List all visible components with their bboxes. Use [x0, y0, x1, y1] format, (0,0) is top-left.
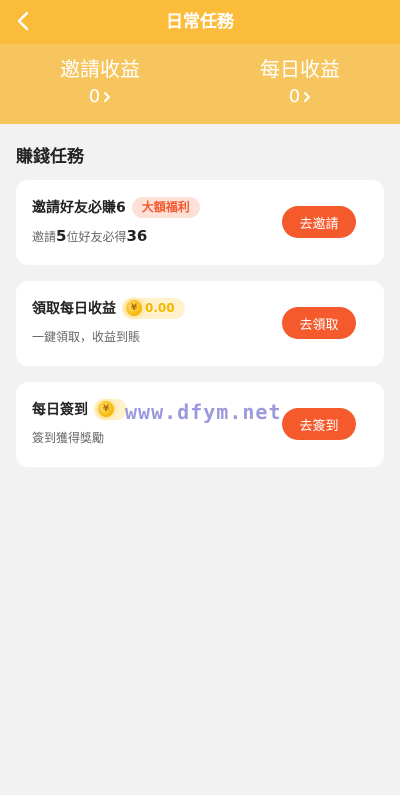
desc-friend-count: 5 [56, 227, 67, 245]
coin-amount-pill: ¥ [94, 398, 127, 420]
task-description: 一鍵領取，收益到賬 [32, 330, 141, 344]
invite-earnings-label: 邀請收益 [60, 57, 140, 81]
daily-earnings-label: 每日收益 [260, 57, 340, 81]
earnings-summary: 邀請收益 0 每日收益 0 [0, 44, 400, 124]
coin-icon: ¥ [98, 401, 114, 417]
task-card-invite: 邀請好友必賺6 大額福利 邀請5位好友必得36 去邀請 [16, 180, 384, 265]
coin-icon: ¥ [126, 300, 142, 316]
task-title-row: 領取每日收益 ¥ 0.00 [32, 297, 185, 319]
desc-middle: 位好友必得 [66, 230, 127, 244]
task-description: 簽到獲得獎勵 [32, 431, 105, 445]
bonus-badge: 大額福利 [131, 196, 200, 218]
page-title: 日常任務 [166, 12, 234, 32]
watermark: www.dfym.net [125, 400, 282, 424]
daily-earnings[interactable]: 每日收益 0 [200, 44, 400, 124]
task-card-daily-claim: 領取每日收益 ¥ 0.00 一鍵領取，收益到賬 去領取 [16, 281, 384, 366]
desc-reward: 36 [126, 227, 148, 245]
chevron-right-icon [103, 91, 111, 103]
checkin-button[interactable]: 去簽到 [282, 408, 356, 440]
task-title: 領取每日收益 [32, 301, 116, 317]
invite-button[interactable]: 去邀請 [282, 206, 356, 238]
daily-earnings-value: 0 [288, 86, 301, 107]
task-description: 邀請5位好友必得36 [32, 228, 147, 245]
coin-amount-pill: ¥ 0.00 [122, 297, 185, 319]
top-bar: 日常任務 [0, 0, 400, 44]
section-title: 賺錢任務 [16, 147, 84, 167]
invite-earnings[interactable]: 邀請收益 0 [0, 44, 200, 124]
claim-button[interactable]: 去領取 [282, 307, 356, 339]
task-title: 每日簽到 [32, 402, 88, 418]
coin-amount: 0.00 [145, 301, 175, 315]
task-title-row: 邀請好友必賺6 大額福利 [32, 196, 200, 218]
invite-earnings-value: 0 [88, 86, 101, 107]
task-card-checkin: 每日簽到 ¥ 簽到獲得獎勵 去簽到 [16, 382, 384, 467]
task-title-row: 每日簽到 ¥ [32, 398, 127, 420]
desc-prefix: 邀請 [32, 230, 57, 244]
task-title: 邀請好友必賺6 [32, 200, 126, 216]
invite-earnings-value-row: 0 [0, 85, 200, 109]
chevron-right-icon [303, 91, 311, 103]
daily-earnings-value-row: 0 [200, 85, 400, 109]
